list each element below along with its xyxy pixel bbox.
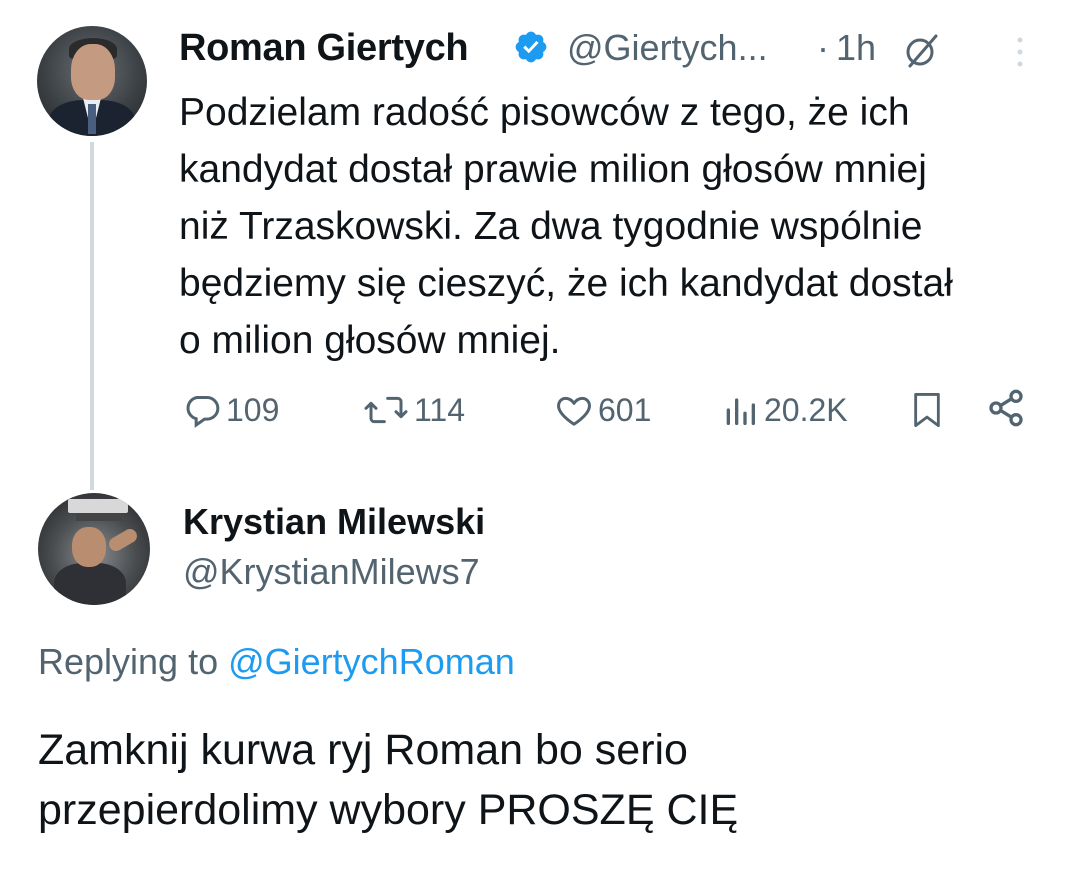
reply-avatar[interactable] — [38, 493, 150, 605]
bookmark-icon[interactable] — [910, 390, 944, 430]
reply-text: Zamknij kurwa ryj Roman bo serio przepie… — [38, 726, 739, 834]
like-button[interactable]: 601 — [552, 388, 651, 432]
replying-to-handle-link[interactable]: @GiertychRoman — [228, 641, 515, 682]
avatar-body — [54, 563, 126, 605]
share-icon[interactable] — [986, 388, 1026, 428]
verified-badge-icon — [515, 31, 547, 63]
separator-dot: · — [817, 27, 829, 68]
views-count: 20.2K — [764, 391, 848, 428]
replying-to-label: Replying to — [38, 641, 219, 682]
avatar-head — [72, 527, 106, 567]
author-handle[interactable]: @Giertych... — [567, 26, 768, 70]
avatar-tie — [88, 104, 96, 134]
retweet-button[interactable]: 114 — [360, 388, 465, 432]
thread-line — [90, 142, 94, 490]
tweet-text: Podzielam radość pisowców z tego, że ich… — [179, 91, 953, 362]
heart-icon — [557, 396, 591, 426]
author-name[interactable]: Roman Giertych — [179, 26, 469, 70]
retweet-count: 114 — [414, 391, 466, 428]
like-count: 601 — [598, 391, 652, 428]
grok-icon[interactable] — [902, 30, 942, 70]
reply-count: 109 — [226, 391, 280, 428]
reply-author-name[interactable]: Krystian Milewski — [183, 500, 485, 544]
avatar-arm — [106, 526, 140, 554]
views-icon — [726, 398, 755, 425]
avatar-face — [71, 44, 115, 100]
views-button[interactable]: 20.2K — [718, 388, 848, 432]
reply-author-handle[interactable]: @KrystianMilews7 — [183, 550, 480, 594]
replying-to-line: Replying to @GiertychRoman — [38, 640, 515, 684]
reply-icon — [186, 396, 220, 428]
tweet-time[interactable]: 1h — [836, 26, 876, 70]
avatar[interactable] — [37, 26, 147, 136]
more-options-icon[interactable] — [1008, 30, 1032, 74]
reply-button[interactable]: 109 — [180, 388, 279, 432]
avatar-banner — [68, 499, 128, 513]
avatar-banner-strip — [76, 513, 122, 521]
retweet-icon — [364, 396, 408, 424]
